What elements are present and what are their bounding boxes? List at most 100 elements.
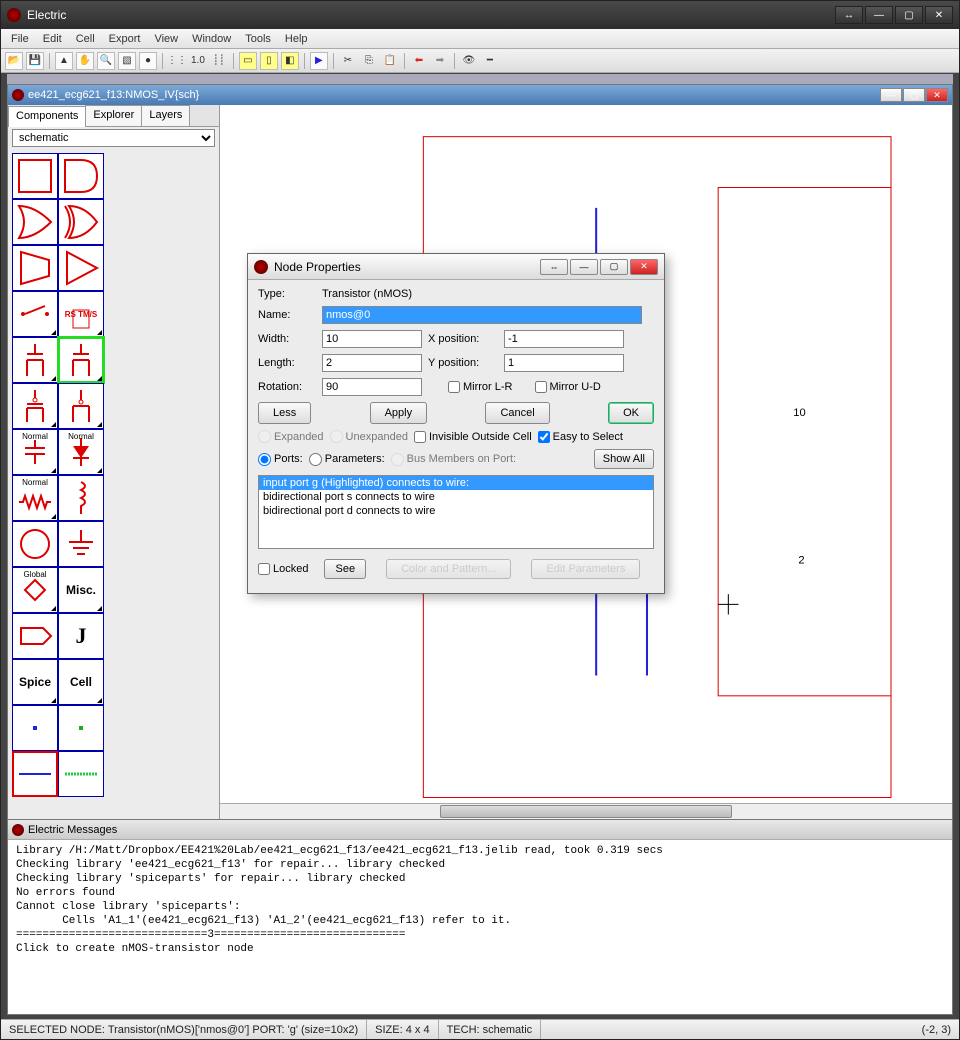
palette-spice[interactable]: Spice — [12, 659, 58, 705]
list-item[interactable]: bidirectional port d connects to wire — [259, 504, 653, 518]
paste-icon[interactable]: 📋 — [381, 52, 399, 70]
palette-nmos4[interactable] — [58, 383, 104, 429]
list-item[interactable]: bidirectional port s connects to wire — [259, 490, 653, 504]
resize-arrows-icon[interactable]: ↔ — [835, 6, 863, 24]
palette-and[interactable] — [58, 153, 104, 199]
palette-nmos[interactable] — [58, 337, 104, 383]
child-minimize-button[interactable]: — — [880, 88, 902, 102]
palette-global[interactable]: Global — [12, 567, 58, 613]
palette-wire[interactable] — [12, 751, 58, 797]
menu-file[interactable]: File — [5, 31, 35, 47]
menu-cell[interactable]: Cell — [70, 31, 101, 47]
redo-icon[interactable]: ➡ — [431, 52, 449, 70]
see-button[interactable]: See — [324, 559, 366, 579]
cancel-button[interactable]: Cancel — [485, 402, 549, 424]
palette-or[interactable] — [12, 199, 58, 245]
zoom-icon[interactable]: 🔍 — [97, 52, 115, 70]
palette-pin-green[interactable] — [58, 705, 104, 751]
dialog-help-button[interactable]: ⇔ — [540, 259, 568, 275]
palette-bus[interactable] — [58, 751, 104, 797]
parameters-radio[interactable]: Parameters: — [309, 453, 385, 466]
undo-icon[interactable]: ⬅ — [410, 52, 428, 70]
hand-icon[interactable]: ✋ — [76, 52, 94, 70]
palette-ground[interactable] — [58, 521, 104, 567]
ok-button[interactable]: OK — [608, 402, 654, 424]
menu-view[interactable]: View — [148, 31, 184, 47]
rotation-input[interactable] — [322, 378, 422, 396]
tab-explorer[interactable]: Explorer — [85, 105, 142, 126]
cut-icon[interactable]: ✂ — [339, 52, 357, 70]
palette-vsource[interactable] — [12, 521, 58, 567]
marquee-icon[interactable]: ▧ — [118, 52, 136, 70]
palette-pmos4[interactable] — [12, 383, 58, 429]
showall-button[interactable]: Show All — [594, 449, 654, 469]
arrow-tool-icon[interactable]: ▶ — [310, 52, 328, 70]
dialog-close-button[interactable]: ✕ — [630, 259, 658, 275]
eye-closed-icon[interactable]: ━ — [481, 52, 499, 70]
select-objects-icon[interactable]: ▭ — [239, 52, 257, 70]
easy-select-checkbox[interactable]: Easy to Select — [538, 431, 623, 443]
name-input[interactable] — [322, 306, 642, 324]
dialog-maximize-button[interactable]: ▢ — [600, 259, 628, 275]
menu-edit[interactable]: Edit — [37, 31, 68, 47]
locked-checkbox[interactable]: Locked — [258, 563, 308, 575]
dialog-minimize-button[interactable]: — — [570, 259, 598, 275]
horizontal-scrollbar[interactable] — [220, 803, 952, 819]
copy-icon[interactable]: ⎘ — [360, 52, 378, 70]
technology-select[interactable]: schematic — [12, 129, 215, 147]
palette-misc[interactable]: Misc. — [58, 567, 104, 613]
close-button[interactable]: ✕ — [925, 6, 953, 24]
palette-diode[interactable]: Normal — [58, 429, 104, 475]
xpos-input[interactable] — [504, 330, 624, 348]
menu-help[interactable]: Help — [279, 31, 314, 47]
ports-radio[interactable]: Ports: — [258, 453, 303, 466]
select-area-icon[interactable]: ▯ — [260, 52, 278, 70]
maximize-button[interactable]: ▢ — [895, 6, 923, 24]
eye-open-icon[interactable]: 👁 — [460, 52, 478, 70]
ruler-icon[interactable]: ┊┊ — [210, 52, 228, 70]
schematic-titlebar[interactable]: ee421_ecg621_f13:NMOS_IV{sch} — ▢ ✕ — [8, 85, 952, 105]
palette-flipflop[interactable]: RS TM/S — [58, 291, 104, 337]
messages-body[interactable]: Library /H:/Matt/Dropbox/EE421%20Lab/ee4… — [8, 840, 952, 1014]
palette-pin-blue[interactable] — [12, 705, 58, 751]
tab-components[interactable]: Components — [8, 106, 86, 127]
palette-pmos[interactable] — [12, 337, 58, 383]
palette-inductor[interactable] — [58, 475, 104, 521]
measure-icon[interactable]: ● — [139, 52, 157, 70]
mirror-ud-checkbox[interactable]: Mirror U-D — [535, 381, 601, 393]
messages-titlebar[interactable]: Electric Messages — [8, 820, 952, 840]
dialog-titlebar[interactable]: Node Properties ⇔ — ▢ ✕ — [248, 254, 664, 280]
mirror-lr-checkbox[interactable]: Mirror L-R — [448, 381, 513, 393]
menu-window[interactable]: Window — [186, 31, 237, 47]
palette-capacitor[interactable]: Normal — [12, 429, 58, 475]
palette-triangle[interactable] — [58, 245, 104, 291]
less-button[interactable]: Less — [258, 402, 311, 424]
ports-listbox[interactable]: input port g (Highlighted) connects to w… — [258, 475, 654, 549]
child-close-button[interactable]: ✕ — [926, 88, 948, 102]
tab-layers[interactable]: Layers — [141, 105, 190, 126]
select-special-icon[interactable]: ◧ — [281, 52, 299, 70]
open-icon[interactable]: 📂 — [5, 52, 23, 70]
palette-josephson[interactable]: J — [58, 613, 104, 659]
minimize-button[interactable]: — — [865, 6, 893, 24]
palette-cell[interactable]: Cell — [58, 659, 104, 705]
apply-button[interactable]: Apply — [370, 402, 428, 424]
palette-resistor[interactable]: Normal — [12, 475, 58, 521]
ypos-input[interactable] — [504, 354, 624, 372]
palette-offpage[interactable] — [12, 613, 58, 659]
palette-mux[interactable] — [12, 245, 58, 291]
list-item[interactable]: input port g (Highlighted) connects to w… — [259, 476, 653, 490]
menu-export[interactable]: Export — [103, 31, 147, 47]
pointer-icon[interactable]: ▲ — [55, 52, 73, 70]
palette-buffer[interactable] — [12, 153, 58, 199]
width-input[interactable] — [322, 330, 422, 348]
palette-xor[interactable] — [58, 199, 104, 245]
child-maximize-button[interactable]: ▢ — [903, 88, 925, 102]
titlebar[interactable]: Electric ↔ — ▢ ✕ — [1, 1, 959, 29]
menu-tools[interactable]: Tools — [239, 31, 277, 47]
invisible-checkbox[interactable]: Invisible Outside Cell — [414, 431, 532, 443]
length-input[interactable] — [322, 354, 422, 372]
save-icon[interactable]: 💾 — [26, 52, 44, 70]
palette-switch[interactable] — [12, 291, 58, 337]
grid-icon[interactable]: ⋮⋮ — [168, 52, 186, 70]
